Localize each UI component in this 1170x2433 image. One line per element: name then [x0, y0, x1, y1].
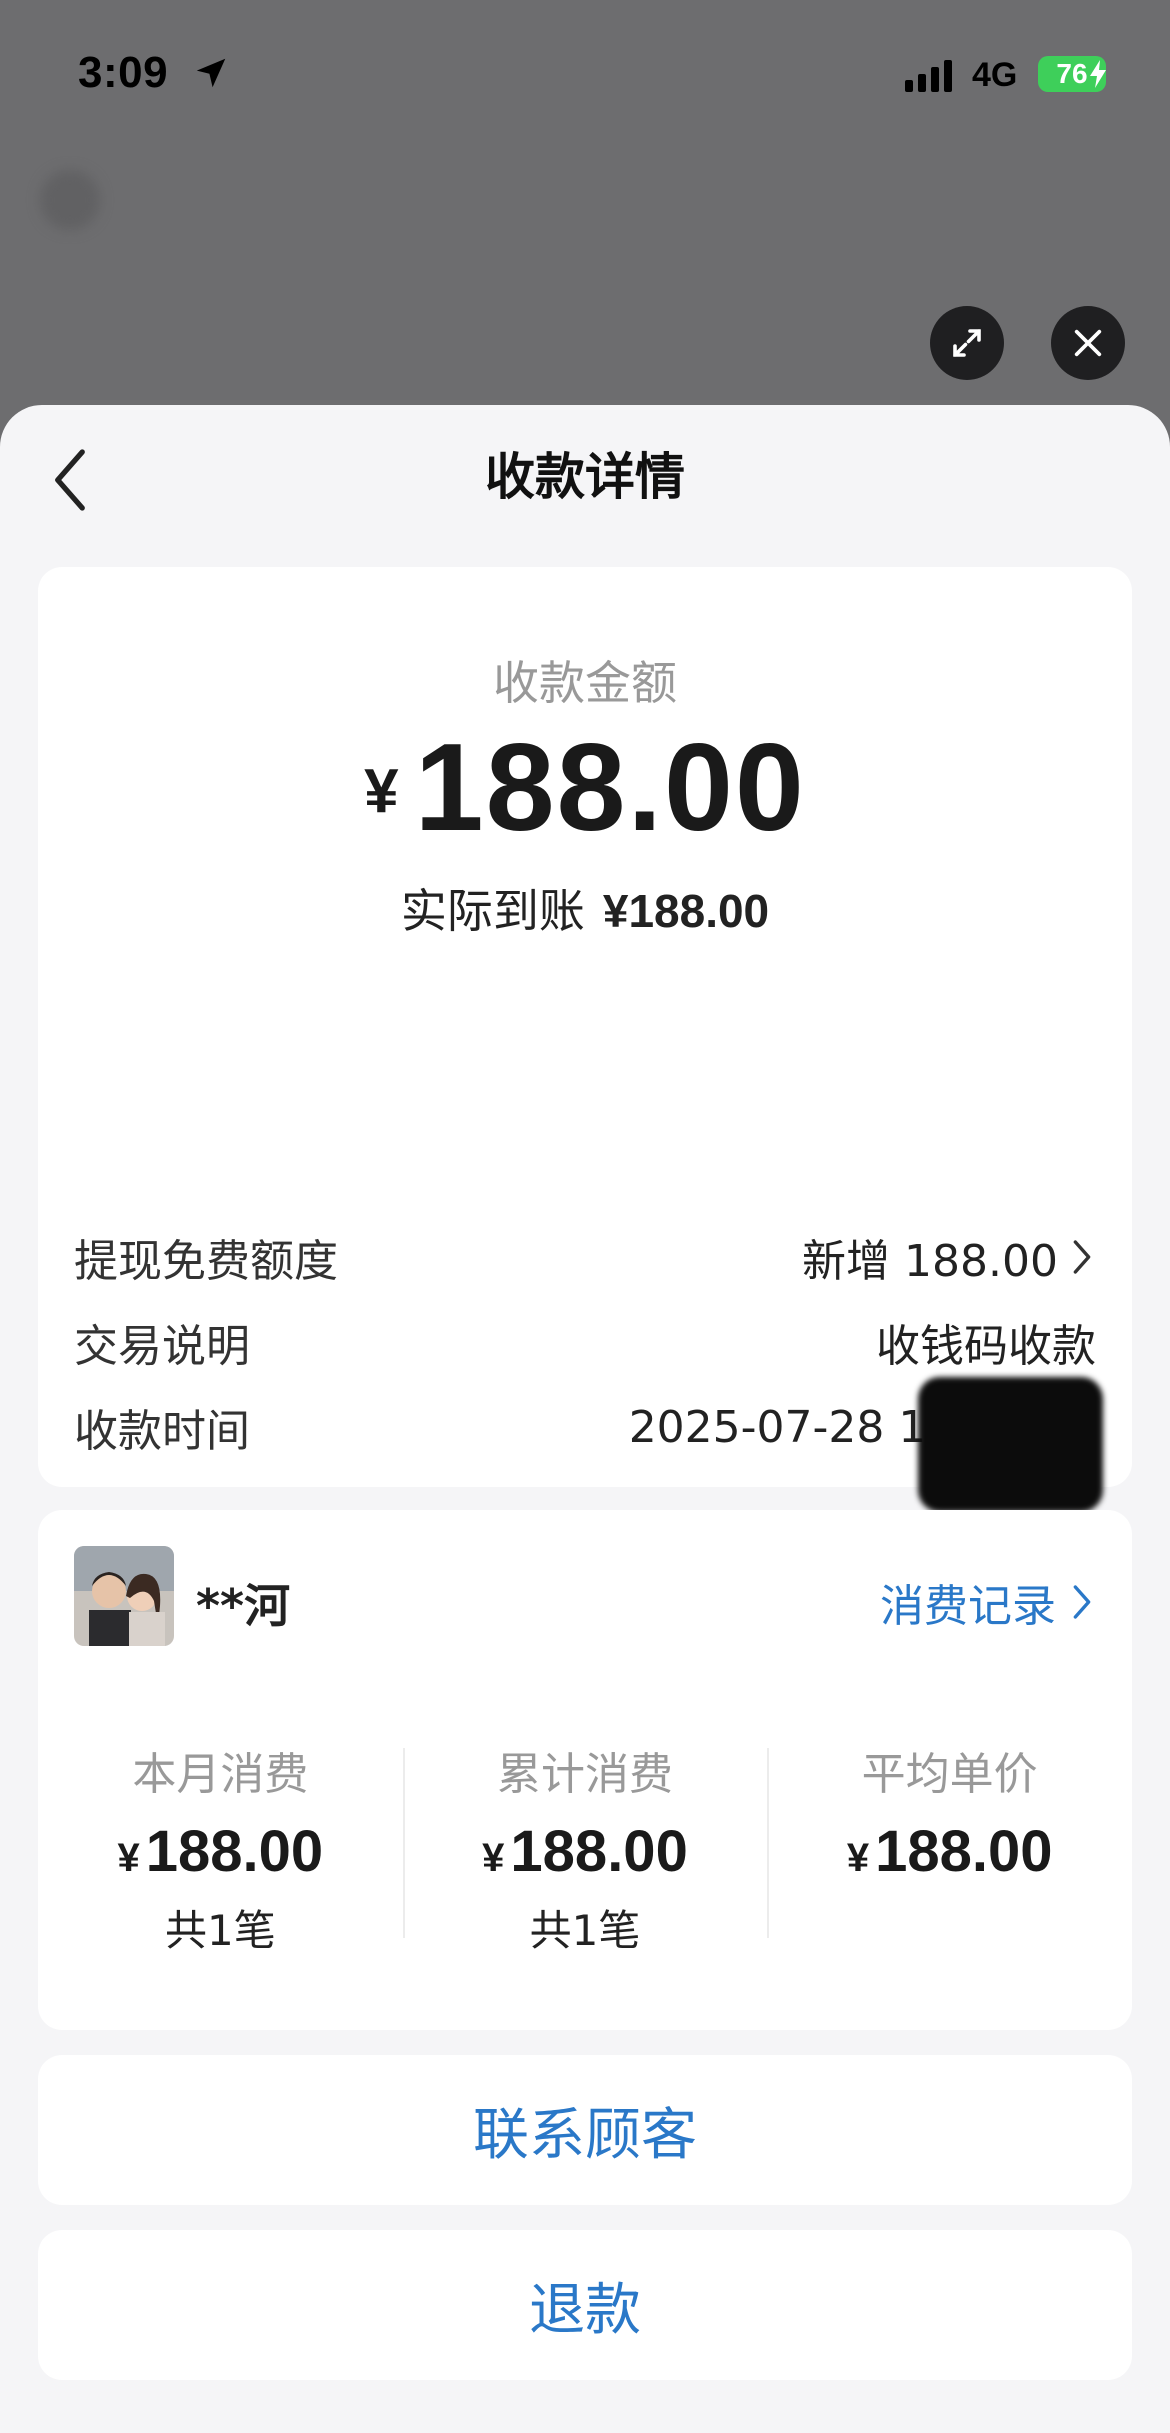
stat-amount-value: 188.00	[875, 1819, 1053, 1884]
close-button[interactable]	[1051, 306, 1125, 380]
status-bar: 3:09 4G 76	[0, 0, 1170, 150]
stat-count: 共1笔	[529, 1906, 641, 1955]
refund-button[interactable]: 退款	[38, 2230, 1132, 2380]
signal-icon	[905, 60, 952, 92]
amount-card: 收款金额 ¥188.00 实际到账 ¥188.00 提现免费额度 新增 188.0…	[38, 567, 1132, 1632]
stat-amount-value: 188.00	[510, 1819, 688, 1884]
stat-average: 平均单价 ¥188.00	[767, 1728, 1132, 1958]
expand-button[interactable]	[930, 306, 1004, 380]
free-quota-row[interactable]: 提现免费额度 新增 188.00	[74, 1227, 1096, 1287]
battery-level: 76	[1056, 58, 1088, 89]
stat-label: 平均单价	[861, 1749, 1038, 1800]
currency-symbol: ¥	[364, 757, 399, 826]
actual-label: 实际到账	[400, 884, 585, 938]
currency-symbol: ¥	[846, 1836, 870, 1880]
consumption-records-link[interactable]: 消费记录	[880, 1570, 1096, 1634]
free-quota-value: 新增 188.00	[802, 1236, 1058, 1287]
stat-amount: ¥188.00	[38, 1818, 403, 1885]
currency-symbol: ¥	[117, 1836, 140, 1880]
contact-customer-button[interactable]: 联系顾客	[38, 2055, 1132, 2205]
trade-desc-label: 交易说明	[74, 1321, 250, 1372]
amount-label: 收款金额	[493, 656, 677, 710]
page-title: 收款详情	[485, 448, 685, 506]
location-arrow-icon	[196, 58, 226, 88]
stat-label: 本月消费	[132, 1749, 309, 1800]
actual-value: ¥188.00	[602, 885, 770, 937]
stat-month: 本月消费 ¥188.00 共1笔	[38, 1728, 403, 1958]
detail-sheet: 收款详情 收款金额 ¥188.00 实际到账 ¥188.00 提现免费额度 新增 …	[0, 405, 1170, 2433]
network-label: 4G	[972, 56, 1018, 94]
currency-symbol: ¥	[482, 1836, 505, 1880]
redaction-mark	[918, 1377, 1103, 1512]
stat-label: 累计消费	[497, 1749, 673, 1800]
chevron-right-icon	[1073, 1585, 1091, 1619]
charging-bolt-icon	[1090, 60, 1106, 88]
records-label: 消费记录	[880, 1581, 1056, 1632]
stat-amount: ¥188.00	[767, 1818, 1132, 1885]
trade-desc-value: 收钱码收款	[876, 1321, 1096, 1372]
stat-total: 累计消费 ¥188.00 共1笔	[402, 1728, 768, 1958]
consumption-stats: 本月消费 ¥188.00 共1笔 累计消费 ¥188.00 共1笔 平均单价 ¥…	[38, 1728, 1132, 1958]
stat-amount: ¥188.00	[403, 1818, 768, 1885]
amount-number: 188.00	[414, 719, 806, 857]
actual-received: 实际到账 ¥188.00	[38, 875, 1132, 941]
status-time: 3:09	[78, 48, 169, 97]
chevron-right-icon	[1073, 1240, 1091, 1274]
amount-value: ¥188.00	[38, 717, 1132, 859]
trade-time-label: 收款时间	[74, 1406, 250, 1457]
free-quota-label: 提现免费额度	[74, 1236, 338, 1287]
stat-count: 共1笔	[164, 1906, 276, 1955]
customer-card: **河 消费记录 本月消费 ¥188.00 共1笔 累计消费 ¥188.00 共…	[38, 1510, 1132, 2030]
stat-amount-value: 188.00	[145, 1819, 324, 1884]
expand-icon	[953, 329, 981, 357]
background-blur	[40, 170, 100, 230]
avatar[interactable]	[74, 1546, 174, 1646]
close-icon	[1074, 329, 1102, 357]
avatar-photo	[74, 1546, 174, 1646]
customer-name: **河	[196, 1579, 291, 1633]
trade-desc-row: 交易说明 收钱码收款	[74, 1312, 1096, 1372]
